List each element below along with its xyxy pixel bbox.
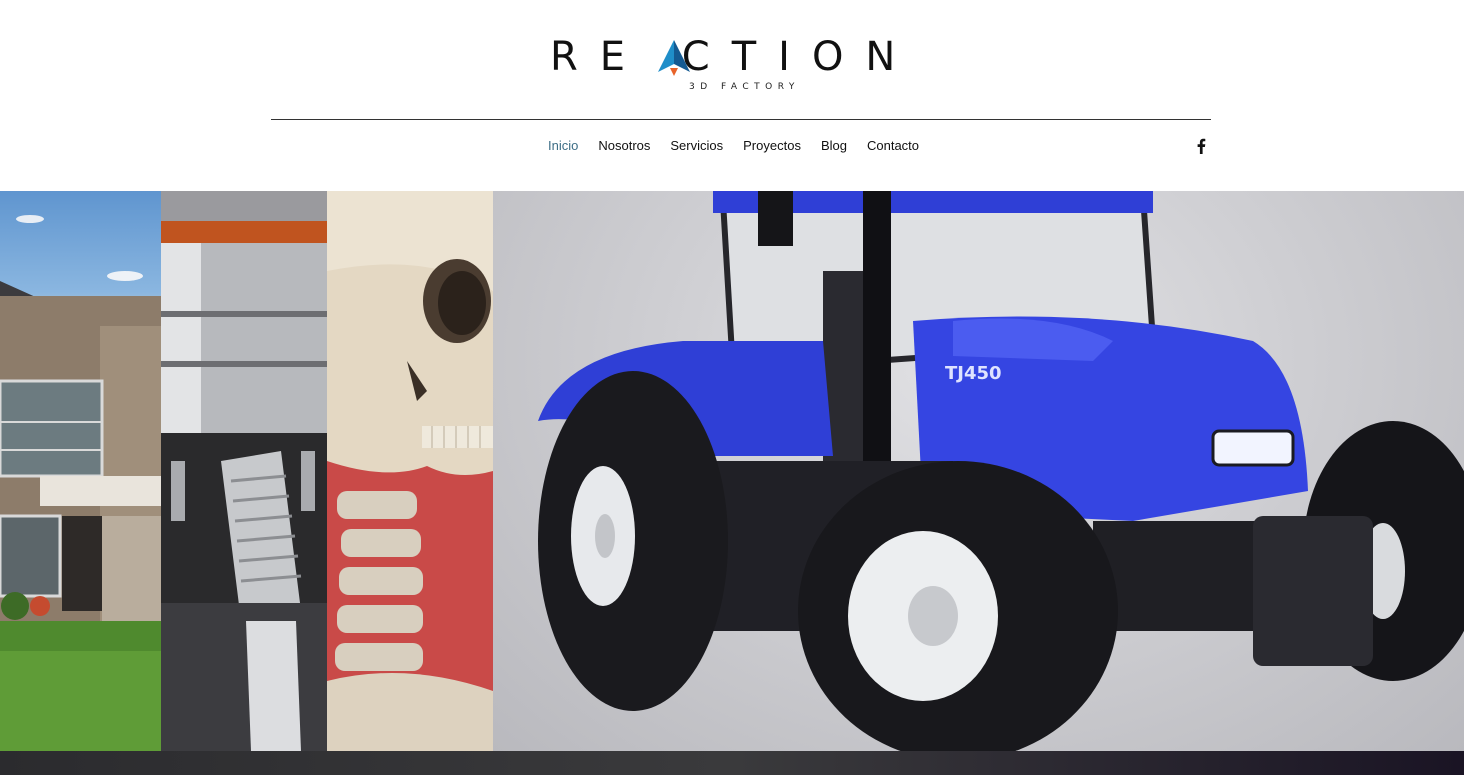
tractor-model-label: TJ450 xyxy=(945,363,1002,384)
logo-text: RE CTION xyxy=(550,34,918,80)
nav-item-blog[interactable]: Blog xyxy=(821,138,847,154)
site-header: RE CTION 3D FACTORY Inicio Nosotros Serv… xyxy=(0,0,1464,191)
tractor-render-panel[interactable]: TJ450 xyxy=(493,191,1464,751)
header-divider xyxy=(271,119,1211,120)
nav-item-nosotros[interactable]: Nosotros xyxy=(598,138,650,154)
logo-tagline: 3D FACTORY xyxy=(689,82,800,92)
next-section-preview xyxy=(0,751,1464,775)
skull-render-panel[interactable] xyxy=(327,191,493,751)
gear-cutaway-render-panel[interactable] xyxy=(161,191,327,751)
house-render-panel[interactable] xyxy=(0,191,161,751)
nav-item-contacto[interactable]: Contacto xyxy=(867,138,919,154)
house-image xyxy=(0,215,161,751)
logo-wordmark: RE CTION xyxy=(550,36,917,78)
nav-item-inicio[interactable]: Inicio xyxy=(548,138,578,154)
nav-item-proyectos[interactable]: Proyectos xyxy=(743,138,801,154)
gear-image xyxy=(161,191,327,751)
reaction-logo[interactable]: RE CTION 3D FACTORY xyxy=(550,36,930,98)
facebook-icon[interactable] xyxy=(1194,138,1208,154)
hero-gallery: TJ450 xyxy=(0,191,1464,751)
paper-plane-a-icon xyxy=(658,40,690,76)
skull-image xyxy=(327,191,493,751)
nav-item-servicios[interactable]: Servicios xyxy=(670,138,723,154)
tractor-image: TJ450 xyxy=(538,191,1464,751)
main-nav: Inicio Nosotros Servicios Proyectos Blog… xyxy=(548,138,939,154)
